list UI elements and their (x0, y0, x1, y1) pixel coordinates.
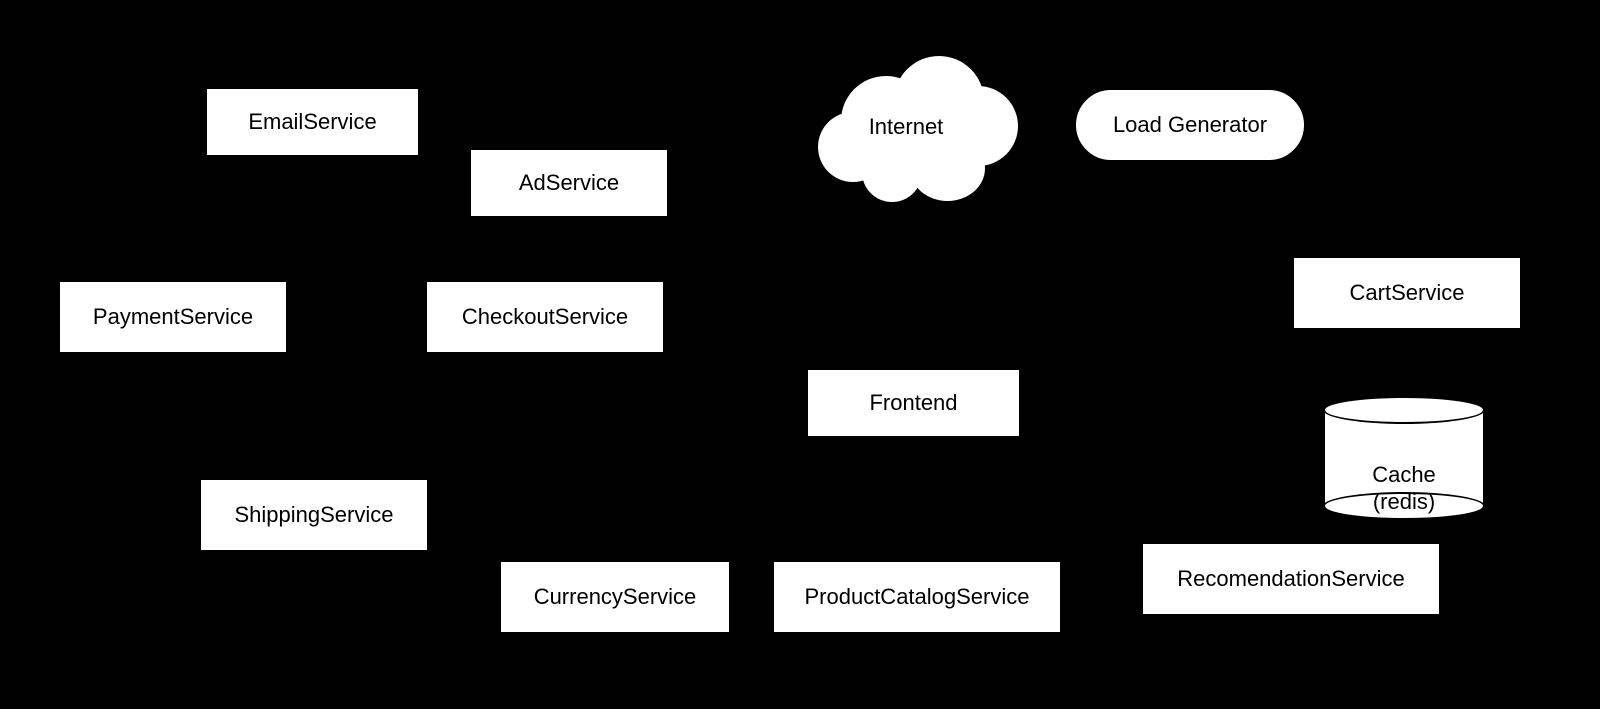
node-email-service: EmailService (205, 87, 420, 157)
node-label: CheckoutService (462, 304, 628, 330)
node-label: Cache (redis) (1372, 462, 1436, 513)
node-currency-service: CurrencyService (499, 560, 731, 634)
node-payment-service: PaymentService (58, 280, 288, 354)
node-ad-service: AdService (469, 148, 669, 218)
node-product-catalog-service: ProductCatalogService (772, 560, 1062, 634)
node-label: Frontend (869, 390, 957, 416)
node-label: RecomendationService (1177, 566, 1404, 592)
diagram-canvas: EmailService AdService Internet Load Gen… (0, 0, 1600, 709)
node-label: CartService (1350, 280, 1465, 306)
node-label: ShippingService (235, 502, 394, 528)
node-frontend: Frontend (806, 368, 1021, 438)
node-label: ProductCatalogService (804, 584, 1029, 610)
node-label: CurrencyService (534, 584, 697, 610)
node-label: EmailService (248, 109, 376, 135)
node-checkout-service: CheckoutService (425, 280, 665, 354)
node-load-generator: Load Generator (1074, 88, 1306, 162)
node-label: AdService (519, 170, 619, 196)
node-recommendation-service: RecomendationService (1141, 542, 1441, 616)
node-label: PaymentService (93, 304, 253, 330)
node-label: Internet (869, 114, 944, 139)
node-cart-service: CartService (1292, 256, 1522, 330)
node-shipping-service: ShippingService (199, 478, 429, 552)
node-label: Load Generator (1113, 112, 1267, 138)
node-cache-redis: Cache (redis) (1323, 396, 1485, 520)
node-internet: Internet (806, 56, 1006, 196)
